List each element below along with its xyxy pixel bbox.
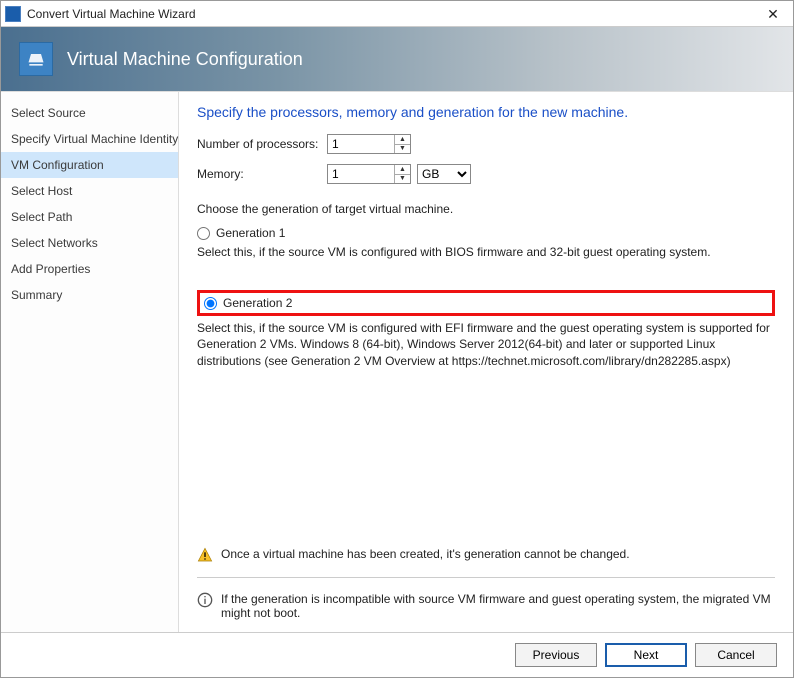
gen1-radio-row[interactable]: Generation 1 xyxy=(197,226,775,240)
gen2-radio[interactable] xyxy=(204,297,217,310)
page-heading: Specify the processors, memory and gener… xyxy=(197,104,775,120)
wizard-step[interactable]: Summary xyxy=(1,282,178,308)
wizard-footer: Previous Next Cancel xyxy=(1,632,793,677)
warning-icon xyxy=(197,547,213,563)
chevron-up-icon[interactable]: ▲ xyxy=(395,135,410,145)
processors-label: Number of processors: xyxy=(197,137,327,151)
separator xyxy=(197,577,775,578)
main-panel: Specify the processors, memory and gener… xyxy=(179,92,793,632)
memory-unit-select[interactable]: GB xyxy=(417,164,471,184)
next-button[interactable]: Next xyxy=(605,643,687,667)
processors-row: Number of processors: ▲▼ xyxy=(197,134,775,154)
memory-row: Memory: ▲▼ GB xyxy=(197,164,775,184)
wizard-step[interactable]: Select Networks xyxy=(1,230,178,256)
banner-icon xyxy=(19,42,53,76)
gen2-label: Generation 2 xyxy=(223,296,292,310)
close-icon[interactable]: ✕ xyxy=(753,1,793,27)
memory-stepper[interactable]: ▲▼ xyxy=(327,164,411,184)
gen1-label: Generation 1 xyxy=(216,226,285,240)
processors-input[interactable] xyxy=(328,135,394,153)
chevron-up-icon[interactable]: ▲ xyxy=(395,165,410,175)
info-text: If the generation is incompatible with s… xyxy=(221,592,775,620)
wizard-step[interactable]: Add Properties xyxy=(1,256,178,282)
memory-input[interactable] xyxy=(328,165,394,183)
banner-heading: Virtual Machine Configuration xyxy=(67,49,303,70)
warning-note: Once a virtual machine has been created,… xyxy=(197,547,775,563)
chevron-down-icon[interactable]: ▼ xyxy=(395,145,410,154)
spinner-buttons[interactable]: ▲▼ xyxy=(394,165,410,183)
app-icon xyxy=(5,6,21,22)
banner: Virtual Machine Configuration xyxy=(1,27,793,91)
info-icon xyxy=(197,592,213,608)
chevron-down-icon[interactable]: ▼ xyxy=(395,175,410,184)
gen2-highlight: Generation 2 xyxy=(197,290,775,316)
gen2-desc: Select this, if the source VM is configu… xyxy=(197,320,775,369)
wizard-step[interactable]: Select Path xyxy=(1,204,178,230)
spinner-buttons[interactable]: ▲▼ xyxy=(394,135,410,153)
window-title: Convert Virtual Machine Wizard xyxy=(27,7,753,21)
step-sidebar: Select SourceSpecify Virtual Machine Ide… xyxy=(1,92,179,632)
memory-label: Memory: xyxy=(197,167,327,181)
generation-intro: Choose the generation of target virtual … xyxy=(197,202,775,216)
wizard-step[interactable]: VM Configuration xyxy=(1,152,178,178)
wizard-window: Convert Virtual Machine Wizard ✕ Virtual… xyxy=(0,0,794,678)
wizard-step[interactable]: Select Source xyxy=(1,100,178,126)
wizard-body: Select SourceSpecify Virtual Machine Ide… xyxy=(1,91,793,632)
cancel-button[interactable]: Cancel xyxy=(695,643,777,667)
info-note: If the generation is incompatible with s… xyxy=(197,592,775,620)
warning-text: Once a virtual machine has been created,… xyxy=(221,547,630,561)
gen1-radio[interactable] xyxy=(197,227,210,240)
gen2-radio-row[interactable]: Generation 2 xyxy=(204,296,676,310)
gen1-desc: Select this, if the source VM is configu… xyxy=(197,244,775,260)
wizard-step[interactable]: Select Host xyxy=(1,178,178,204)
wizard-step[interactable]: Specify Virtual Machine Identity xyxy=(1,126,178,152)
previous-button[interactable]: Previous xyxy=(515,643,597,667)
titlebar: Convert Virtual Machine Wizard ✕ xyxy=(1,1,793,27)
processors-stepper[interactable]: ▲▼ xyxy=(327,134,411,154)
